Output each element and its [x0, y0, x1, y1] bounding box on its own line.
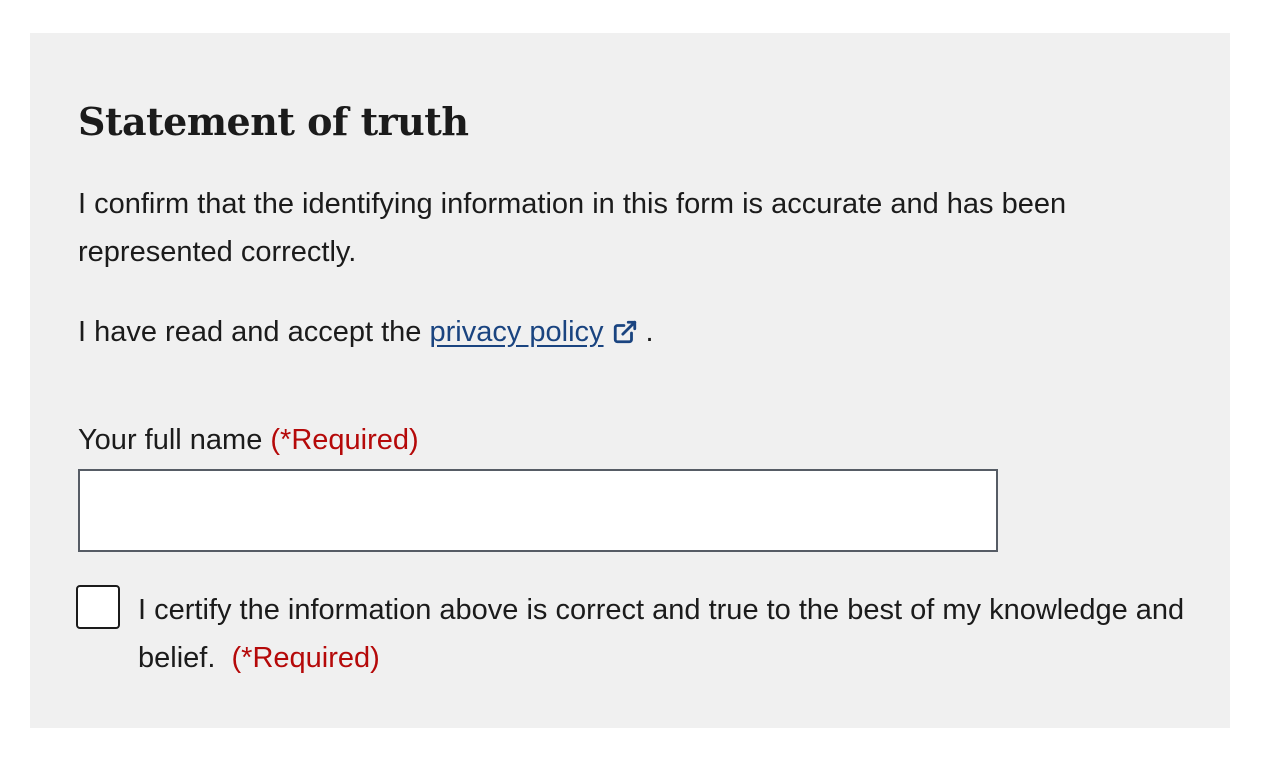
certify-checkbox[interactable] — [76, 585, 120, 629]
privacy-statement: I have read and accept the privacy polic… — [78, 308, 1158, 360]
external-link-icon[interactable] — [612, 312, 638, 360]
full-name-label: Your full name (*Required) — [78, 416, 419, 464]
section-title: Statement of truth — [78, 99, 469, 144]
full-name-input[interactable] — [78, 469, 998, 552]
privacy-suffix: . — [645, 316, 654, 348]
privacy-prefix: I have read and accept the — [78, 316, 430, 348]
confirm-text: I confirm that the identifying informati… — [78, 188, 1067, 268]
certify-required-indicator: (*Required) — [231, 642, 380, 674]
statement-of-truth-panel: Statement of truth I confirm that the id… — [30, 33, 1230, 728]
required-indicator: (*Required) — [270, 424, 419, 456]
certify-label[interactable]: I certify the information above is corre… — [138, 586, 1198, 682]
privacy-policy-link[interactable]: privacy policy — [429, 316, 603, 348]
full-name-label-text: Your full name — [78, 424, 263, 456]
